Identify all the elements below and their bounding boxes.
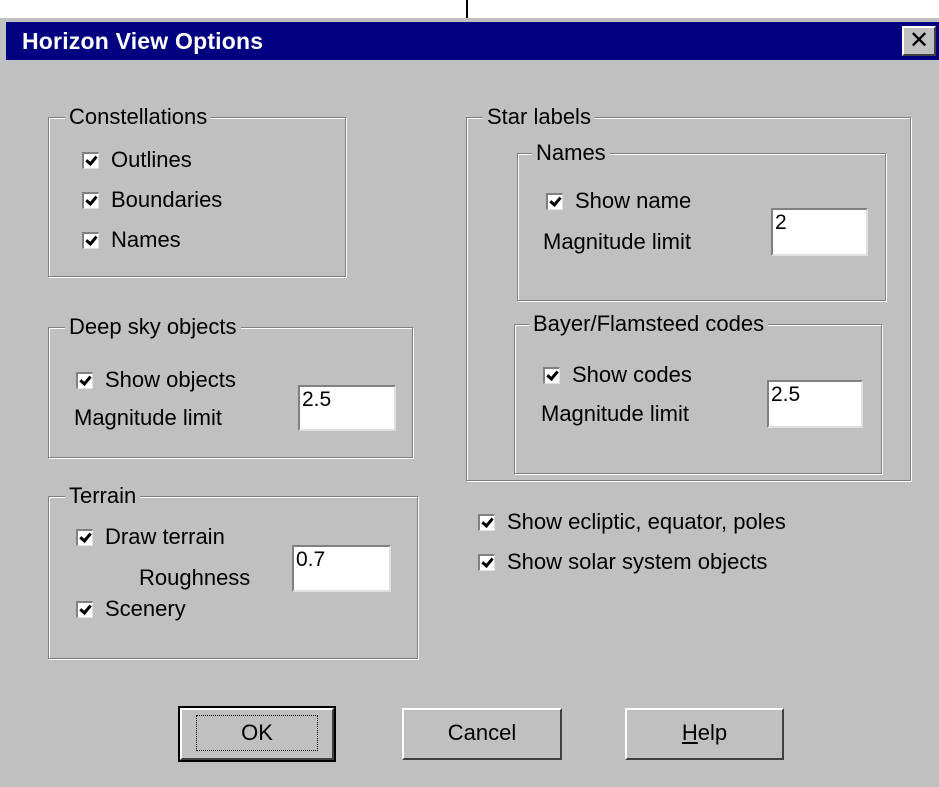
checkbox-checked-icon — [478, 513, 495, 531]
checkbox-checked-icon — [76, 528, 93, 546]
text-cursor-line — [466, 0, 468, 18]
star-names-group-title: Names — [532, 138, 610, 168]
boundaries-checkbox[interactable]: Boundaries — [82, 186, 222, 214]
help-button[interactable]: Help — [625, 708, 784, 760]
title-bar: Horizon View Options ✕ — [6, 22, 939, 60]
constellations-group-title: Constellations — [65, 102, 212, 132]
checkbox-checked-icon — [82, 231, 99, 249]
deep-sky-magnitude-input[interactable]: 2.5 — [298, 385, 396, 431]
close-button[interactable]: ✕ — [902, 26, 936, 56]
checkbox-checked-icon — [76, 600, 93, 618]
window-title: Horizon View Options — [22, 28, 264, 54]
codes-magnitude-label: Magnitude limit — [541, 401, 689, 426]
names-magnitude-input[interactable]: 2 — [771, 208, 868, 256]
horizon-view-options-dialog: Horizon View Options ✕ Constellations Ou… — [0, 18, 939, 787]
boundaries-label: Boundaries — [111, 187, 223, 212]
show-name-checkbox[interactable]: Show name — [546, 187, 691, 215]
names-magnitude-label: Magnitude limit — [543, 229, 691, 254]
checkbox-checked-icon — [543, 366, 560, 384]
outlines-checkbox[interactable]: Outlines — [82, 146, 192, 174]
roughness-input[interactable]: 0.7 — [292, 545, 391, 592]
terrain-group-title: Terrain — [65, 481, 141, 511]
help-mnemonic: H — [681, 720, 698, 745]
ok-label: OK — [241, 720, 273, 745]
codes-magnitude-input[interactable]: 2.5 — [767, 380, 863, 428]
deep-sky-objects-group-title: Deep sky objects — [65, 312, 241, 342]
checkbox-checked-icon — [82, 191, 99, 209]
cancel-label: Cancel — [447, 720, 517, 745]
draw-terrain-label: Draw terrain — [105, 524, 225, 549]
ok-focus-rect: OK — [196, 715, 318, 751]
constellation-names-checkbox[interactable]: Names — [82, 226, 181, 254]
star-labels-group-title: Star labels — [483, 102, 595, 132]
scenery-label: Scenery — [105, 596, 186, 621]
show-solar-system-label: Show solar system objects — [507, 549, 768, 574]
scenery-checkbox[interactable]: Scenery — [76, 595, 186, 623]
close-icon: ✕ — [908, 27, 930, 54]
constellation-names-label: Names — [111, 227, 181, 252]
show-ecliptic-checkbox[interactable]: Show ecliptic, equator, poles — [478, 508, 786, 536]
show-solar-system-checkbox[interactable]: Show solar system objects — [478, 548, 767, 576]
outlines-label: Outlines — [111, 147, 192, 172]
checkbox-checked-icon — [546, 192, 563, 210]
ok-button[interactable]: OK — [178, 706, 336, 762]
roughness-label: Roughness — [139, 565, 251, 590]
show-objects-label: Show objects — [105, 367, 236, 392]
deep-sky-magnitude-label: Magnitude limit — [74, 405, 222, 430]
cancel-button[interactable]: Cancel — [402, 708, 562, 760]
show-objects-checkbox[interactable]: Show objects — [76, 366, 236, 394]
checkbox-checked-icon — [82, 151, 99, 169]
show-ecliptic-label: Show ecliptic, equator, poles — [507, 509, 786, 534]
checkbox-checked-icon — [478, 553, 495, 571]
draw-terrain-checkbox[interactable]: Draw terrain — [76, 523, 225, 551]
show-name-label: Show name — [575, 188, 692, 213]
help-label: elp — [697, 720, 728, 745]
checkbox-checked-icon — [76, 371, 93, 389]
show-codes-label: Show codes — [572, 362, 692, 387]
show-codes-checkbox[interactable]: Show codes — [543, 361, 692, 389]
bayer-flamsteed-group-title: Bayer/Flamsteed codes — [529, 309, 769, 339]
